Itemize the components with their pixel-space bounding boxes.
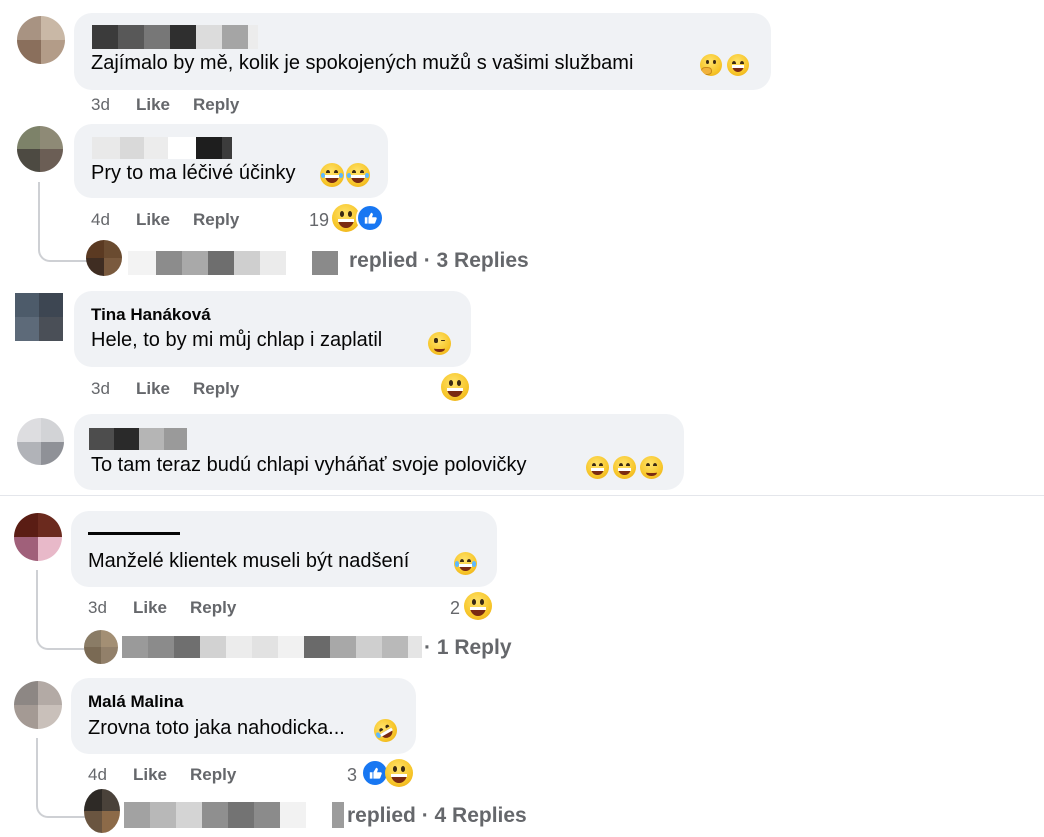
comment-author[interactable]: Malá Malina bbox=[88, 692, 183, 712]
comment-bubble[interactable] bbox=[71, 678, 416, 754]
reaction-count[interactable]: 19 bbox=[309, 210, 329, 231]
reaction-count[interactable]: 3 bbox=[347, 765, 357, 786]
comment-text: To tam teraz budú chlapi vyháňať svoje p… bbox=[91, 454, 527, 476]
like-reaction-icon[interactable] bbox=[356, 204, 384, 232]
redacted-author-name[interactable] bbox=[92, 25, 258, 49]
reply-avatar[interactable] bbox=[84, 789, 120, 833]
beaming-face-icon bbox=[613, 456, 636, 479]
relieved-face-icon bbox=[640, 456, 663, 479]
like-button[interactable]: Like bbox=[136, 210, 170, 230]
like-button[interactable]: Like bbox=[136, 95, 170, 115]
beaming-face-icon bbox=[586, 456, 609, 479]
avatar[interactable] bbox=[17, 126, 63, 172]
comment-text: Manželé klientek museli být nadšení bbox=[88, 550, 410, 572]
redacted-author-name[interactable] bbox=[89, 428, 187, 450]
view-replies-link[interactable]: · 1 Reply bbox=[424, 636, 512, 660]
comment-text: Pry to ma léčivé účinky bbox=[91, 162, 296, 184]
redacted-author-name[interactable] bbox=[92, 137, 232, 159]
reaction-count[interactable]: 2 bbox=[450, 598, 460, 619]
reply-button[interactable]: Reply bbox=[190, 598, 236, 618]
comment-bubble[interactable] bbox=[71, 511, 497, 587]
comment-text: Zrovna toto jaka nahodicka... bbox=[88, 717, 345, 739]
reply-avatar[interactable] bbox=[84, 630, 118, 664]
grinning-face-icon[interactable] bbox=[464, 592, 492, 620]
comment-bubble[interactable] bbox=[74, 414, 684, 490]
face-with-open-mouth-vomiting-icon bbox=[727, 54, 749, 76]
like-button[interactable]: Like bbox=[133, 598, 167, 618]
thinking-face-icon bbox=[700, 54, 722, 76]
redacted-author-name[interactable] bbox=[88, 524, 180, 541]
comment-timestamp[interactable]: 4d bbox=[88, 765, 107, 785]
reply-avatar[interactable] bbox=[86, 240, 122, 276]
redacted-reply-author[interactable] bbox=[124, 802, 344, 828]
comment-author[interactable]: Tina Hanáková bbox=[91, 305, 211, 325]
grinning-face-icon[interactable] bbox=[441, 373, 469, 401]
comment-timestamp[interactable]: 3d bbox=[91, 379, 110, 399]
reply-button[interactable]: Reply bbox=[193, 95, 239, 115]
reply-button[interactable]: Reply bbox=[193, 379, 239, 399]
reply-button[interactable]: Reply bbox=[190, 765, 236, 785]
like-button[interactable]: Like bbox=[136, 379, 170, 399]
comment-timestamp[interactable]: 3d bbox=[91, 95, 110, 115]
face-with-tears-of-joy-icon bbox=[320, 163, 344, 187]
comment-text: Hele, to by mi můj chlap i zaplatil bbox=[91, 329, 383, 351]
face-with-tears-of-joy-icon bbox=[454, 552, 477, 575]
grinning-face-icon[interactable] bbox=[385, 759, 413, 787]
redacted-reply-author[interactable] bbox=[128, 251, 344, 275]
avatar[interactable] bbox=[15, 293, 63, 341]
avatar[interactable] bbox=[17, 16, 65, 64]
redacted-reply-author[interactable] bbox=[122, 636, 422, 658]
avatar[interactable] bbox=[14, 513, 62, 561]
view-replies-link[interactable]: replied · 3 Replies bbox=[349, 249, 529, 273]
comment-timestamp[interactable]: 4d bbox=[91, 210, 110, 230]
view-replies-link[interactable]: replied · 4 Replies bbox=[347, 804, 527, 828]
avatar[interactable] bbox=[14, 681, 62, 729]
reply-button[interactable]: Reply bbox=[193, 210, 239, 230]
winking-face-icon bbox=[428, 332, 451, 355]
face-with-tears-of-joy-icon bbox=[346, 163, 370, 187]
comment-timestamp[interactable]: 3d bbox=[88, 598, 107, 618]
avatar[interactable] bbox=[17, 418, 64, 465]
partial-previous-meta bbox=[240, 0, 254, 2]
section-divider bbox=[0, 495, 1044, 496]
comment-bubble[interactable] bbox=[74, 124, 388, 198]
like-button[interactable]: Like bbox=[133, 765, 167, 785]
comment-text: Zajímalo by mě, kolik je spokojených muž… bbox=[91, 52, 634, 74]
